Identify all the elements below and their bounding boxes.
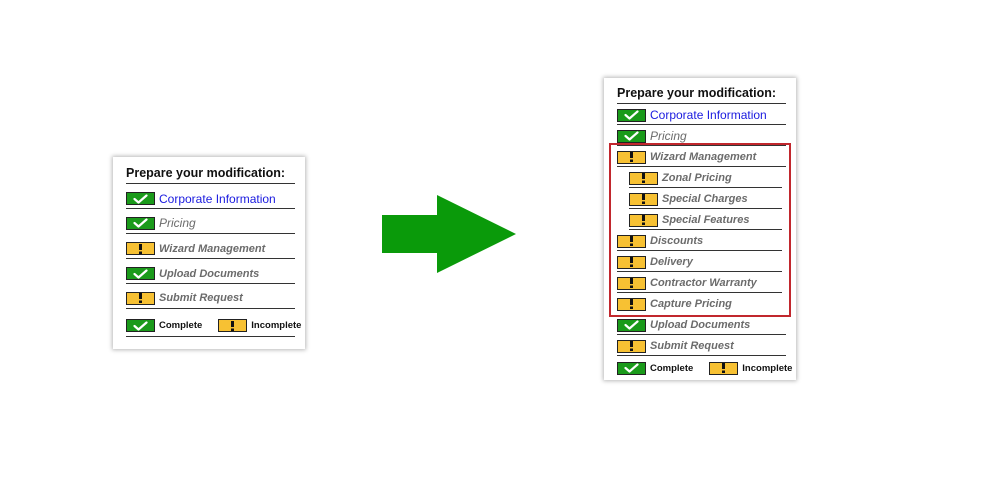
before-item-wizard-management[interactable]: Wizard Management: [126, 239, 295, 259]
before-item-pricing[interactable]: Pricing: [126, 213, 295, 234]
before-item-label: Corporate Information: [159, 191, 276, 206]
before-title-underline: [126, 183, 295, 184]
right-arrow-icon: [382, 195, 516, 273]
after-item-label: Corporate Information: [650, 108, 767, 122]
exclamation-icon: [218, 319, 248, 332]
after-legend: Complete Incomplete: [617, 359, 792, 377]
after-item-label: Pricing: [650, 129, 687, 143]
checkmark-icon: [126, 192, 155, 205]
before-item-label: Upload Documents: [159, 267, 260, 280]
before-legend: Complete Incomplete: [126, 315, 301, 337]
legend-complete-label: Complete: [650, 362, 694, 374]
after-item-label: Upload Documents: [650, 319, 751, 331]
checkmark-icon: [617, 318, 646, 332]
before-panel-title: Prepare your modification:: [126, 166, 286, 180]
before-item-corporate-information[interactable]: Corporate Information: [126, 189, 295, 209]
wizard-expansion-highlight: [609, 143, 791, 317]
legend-complete-label: Complete: [159, 320, 203, 331]
after-title-underline: [617, 103, 786, 104]
before-item-submit-request[interactable]: Submit Request: [126, 288, 295, 309]
legend-incomplete-label: Incomplete: [251, 320, 302, 331]
after-panel-title: Prepare your modification:: [617, 86, 777, 100]
exclamation-icon: [126, 242, 155, 255]
exclamation-icon: [617, 339, 646, 353]
checkmark-icon: [617, 361, 646, 375]
checkmark-icon: [126, 319, 155, 332]
before-item-label: Wizard Management: [159, 242, 266, 255]
after-item-submit-request[interactable]: Submit Request: [617, 337, 786, 356]
before-item-label: Submit Request: [159, 292, 243, 304]
exclamation-icon: [126, 291, 155, 305]
exclamation-icon: [709, 361, 739, 375]
checkmark-icon: [126, 267, 155, 280]
after-item-corporate-information[interactable]: Corporate Information: [617, 106, 786, 125]
legend-incomplete-label: Incomplete: [742, 362, 793, 374]
after-item-label: Submit Request: [650, 340, 734, 352]
after-item-upload-documents[interactable]: Upload Documents: [617, 316, 786, 335]
checkmark-icon: [126, 216, 155, 230]
checkmark-icon: [617, 129, 646, 143]
checkmark-icon: [617, 108, 646, 122]
before-item-upload-documents[interactable]: Upload Documents: [126, 264, 295, 284]
before-item-label: Pricing: [159, 216, 196, 230]
